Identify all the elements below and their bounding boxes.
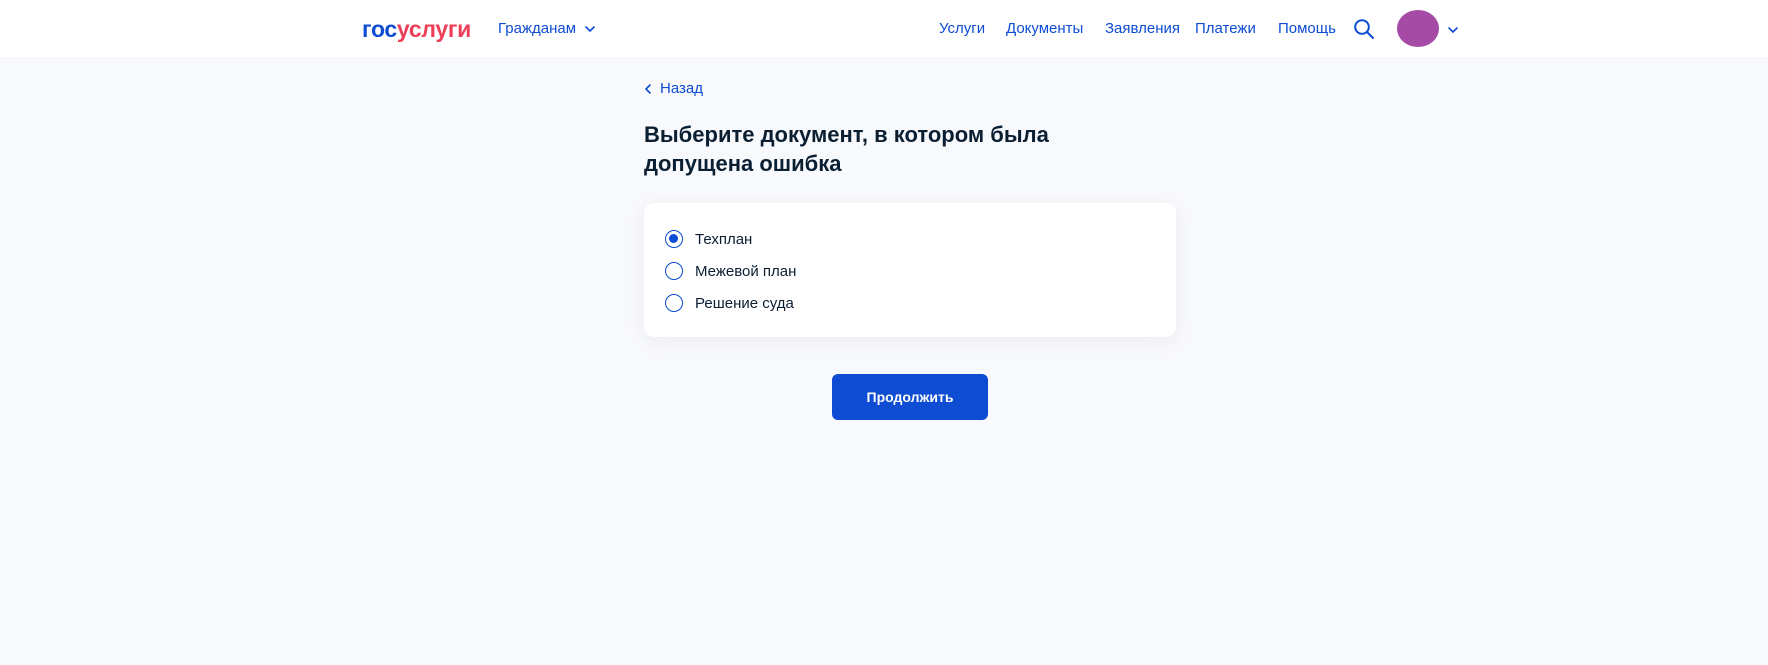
nav-documents[interactable]: Документы [1006,20,1083,37]
back-label: Назад [660,80,703,97]
radio-button[interactable] [665,262,683,280]
option-techplan[interactable]: Техплан [665,230,752,248]
chevron-down-icon[interactable] [1447,24,1459,36]
document-options-card: Техплан Межевой план Решение суда [644,203,1176,337]
continue-button[interactable]: Продолжить [832,374,988,420]
option-label: Межевой план [695,262,797,280]
option-court-decision[interactable]: Решение суда [665,294,794,312]
search-icon[interactable] [1353,18,1375,40]
option-label: Техплан [695,230,753,248]
audience-dropdown[interactable]: Гражданам [498,20,596,37]
top-header: госуслуги Гражданам Услуги Документы Зая… [0,0,1768,59]
option-boundary-plan[interactable]: Межевой план [665,262,796,280]
nav-payments[interactable]: Платежи [1195,20,1256,37]
page-title: Выберите документ, в котором была допуще… [644,122,1049,176]
nav-services[interactable]: Услуги [939,20,985,37]
radio-button[interactable] [665,294,683,312]
audience-label: Гражданам [498,20,577,37]
option-label: Решение суда [695,294,794,312]
back-link[interactable]: Назад [644,80,703,97]
chevron-left-icon [645,83,651,94]
nav-help[interactable]: Помощь [1278,20,1336,37]
gosuslugi-logo[interactable]: госуслуги [362,16,471,43]
chevron-down-icon [585,25,595,32]
radio-button[interactable] [665,230,683,248]
nav-applications[interactable]: Заявления [1105,20,1180,37]
user-avatar[interactable] [1397,10,1439,47]
